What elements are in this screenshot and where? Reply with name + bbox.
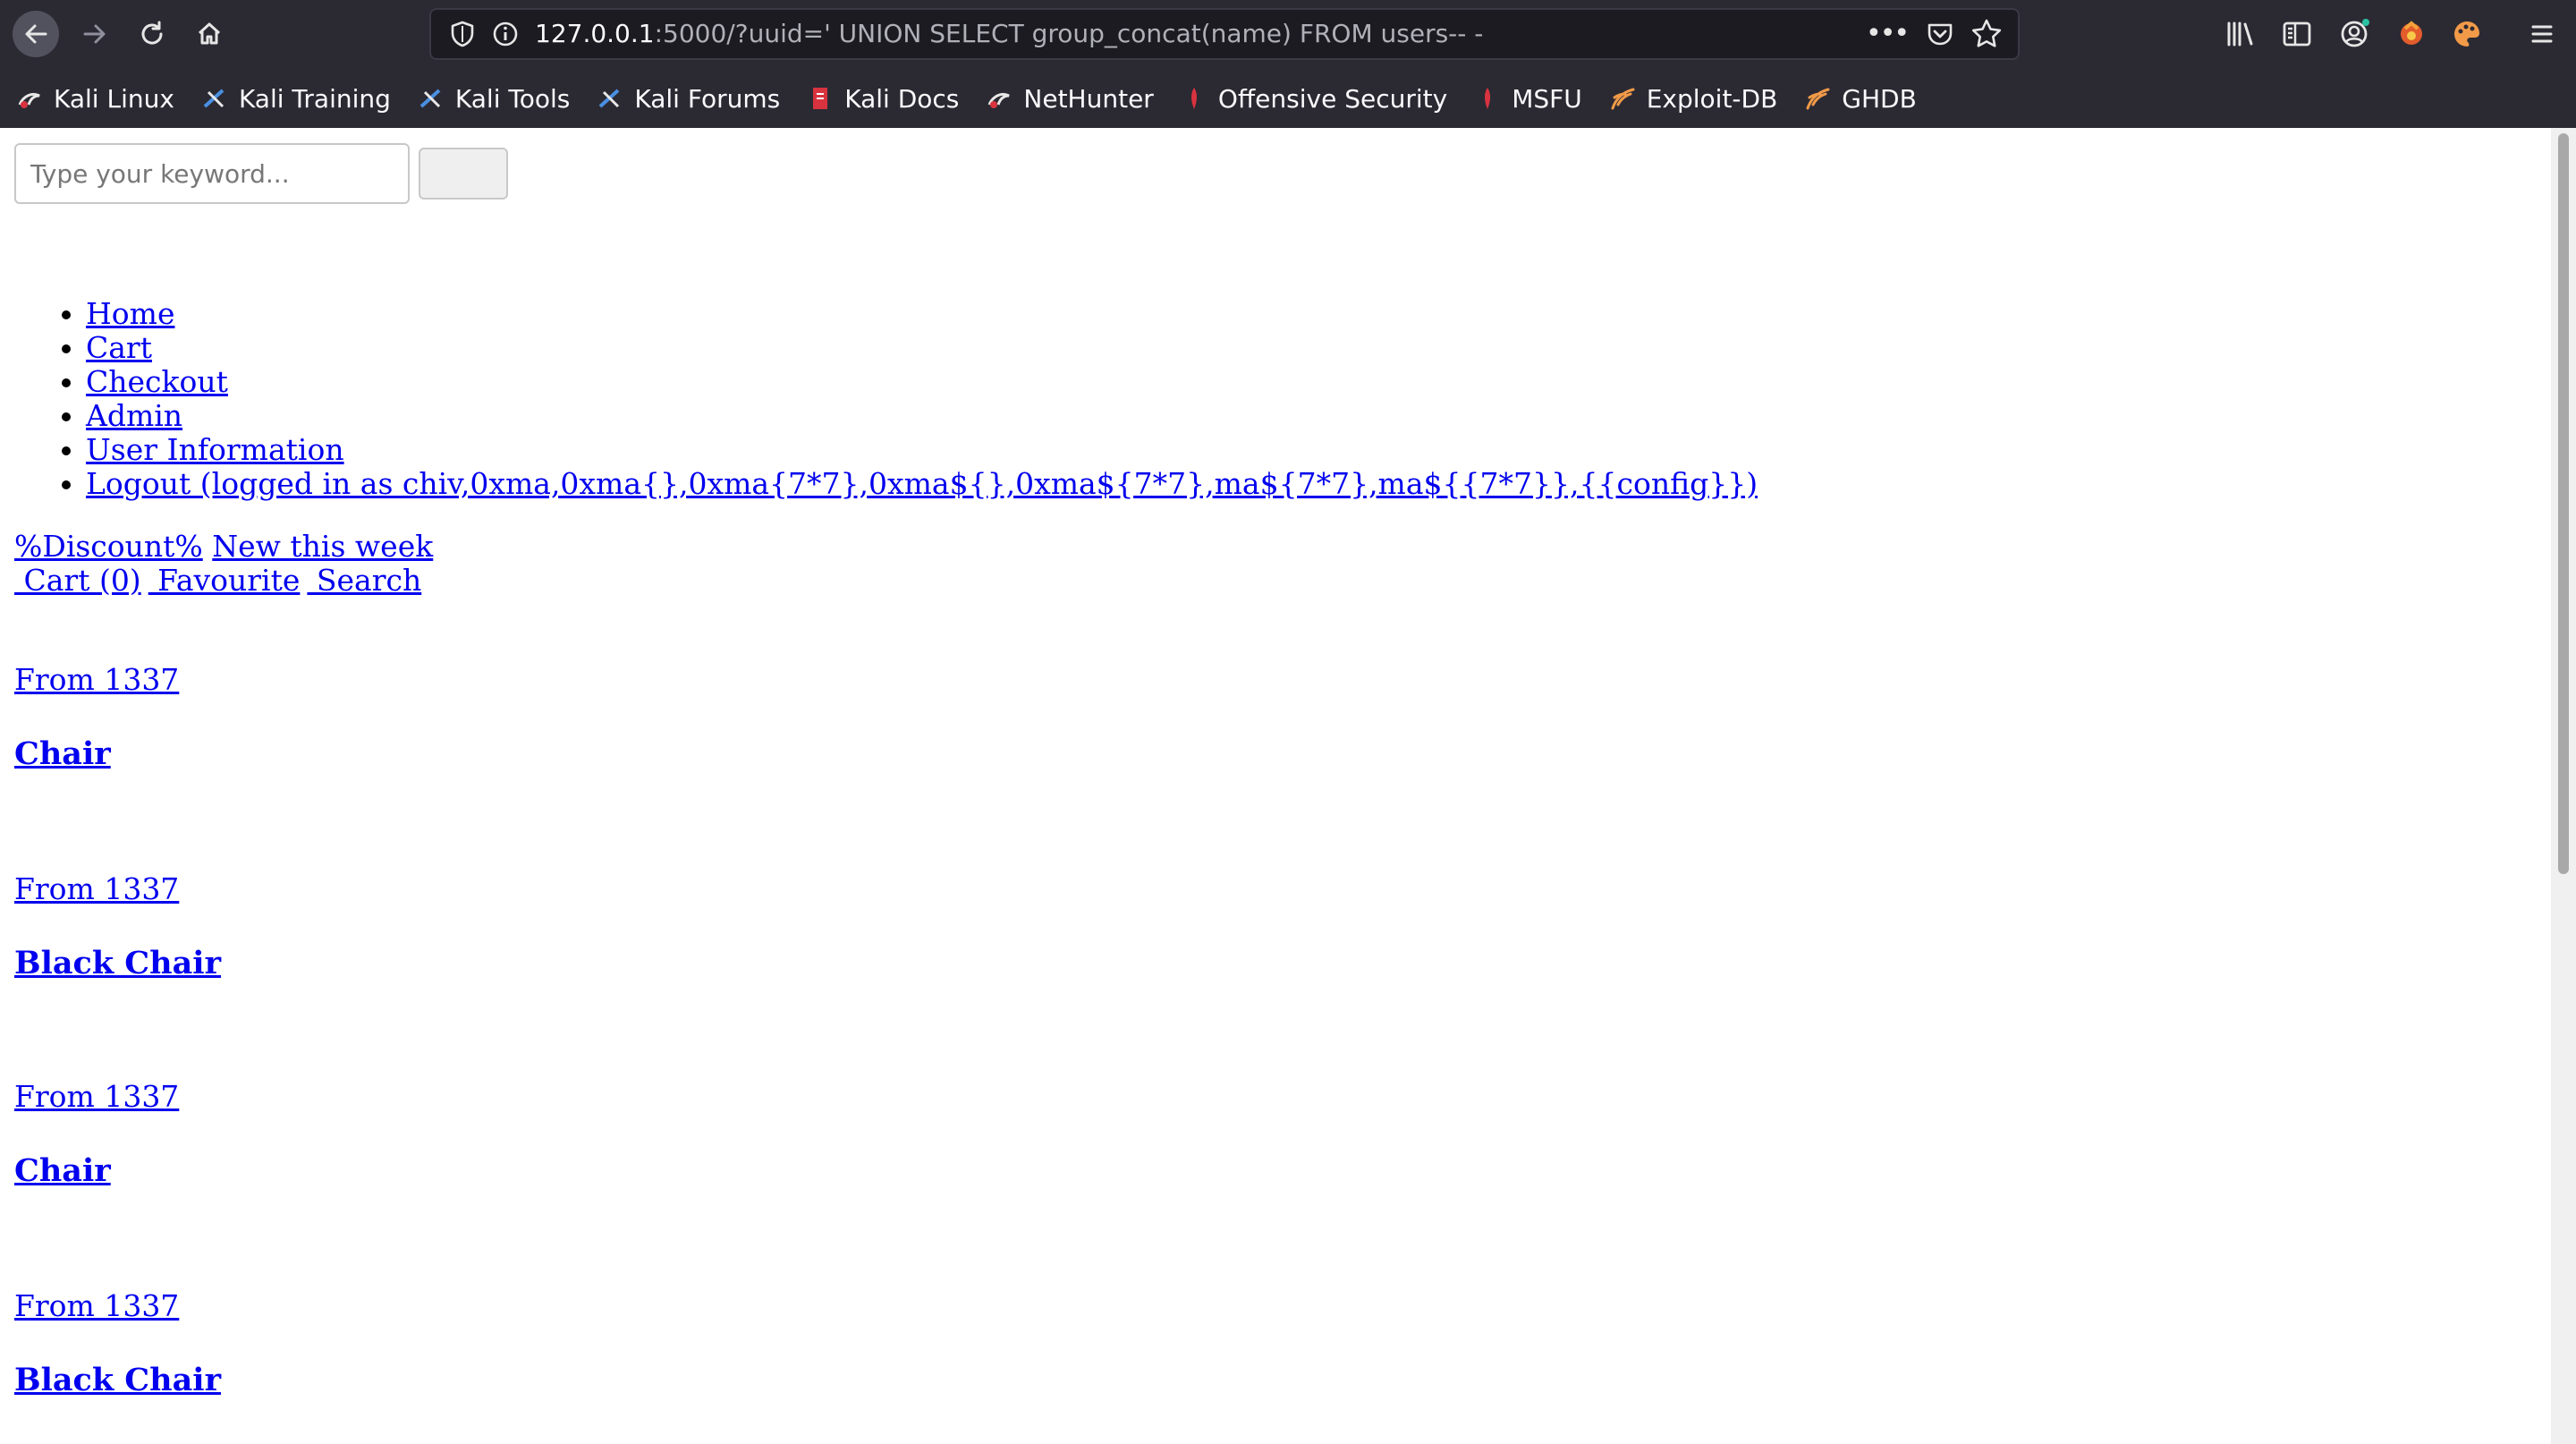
product-price-link[interactable]: From 1337 (14, 663, 1088, 697)
bookmark-star-icon[interactable] (1970, 17, 2004, 51)
kali-tools-icon (418, 85, 445, 112)
bookmark-item[interactable]: NetHunter (970, 72, 1164, 125)
user-action-links: Cart (0) Favourite Search (14, 564, 428, 598)
user-information-link[interactable]: User Information (86, 432, 344, 467)
product-price-link[interactable]: From 1337 (14, 1080, 1088, 1114)
url-bar[interactable]: 127.0.0.1:5000/?uuid=' UNION SELECT grou… (429, 8, 2020, 60)
bookmark-item[interactable]: Exploit-DB (1593, 72, 1789, 125)
offsec-icon (1181, 85, 1208, 112)
cart-count-link[interactable]: Cart (0) (14, 563, 140, 598)
reload-icon (141, 21, 163, 45)
nav-item-user-information: User Information (86, 433, 1758, 467)
page-scrollbar[interactable] (2551, 128, 2576, 1444)
account-icon[interactable] (2336, 16, 2372, 52)
product-card: From 1337 Black Chair (14, 872, 1088, 981)
nav-item-admin: Admin (86, 399, 1758, 433)
nav-item-home: Home (86, 297, 1758, 331)
logout-link[interactable]: Logout (logged in as chiv,0xma,0xma{},0x… (86, 466, 1758, 501)
hamburger-menu-icon[interactable] (2524, 16, 2560, 52)
back-button[interactable] (13, 11, 59, 57)
product-name-link[interactable]: Black Chair (14, 946, 1088, 981)
browser-chrome: 127.0.0.1:5000/?uuid=' UNION SELECT grou… (0, 0, 2576, 128)
page-actions-icon[interactable]: ••• (1866, 17, 1910, 51)
msfu-icon (1474, 85, 1501, 112)
extension-icon[interactable] (2394, 16, 2429, 52)
bookmark-label: Kali Forums (634, 83, 781, 114)
bookmark-item[interactable]: Offensive Security (1165, 72, 1458, 125)
bookmark-label: Kali Linux (54, 83, 174, 114)
url-text[interactable]: 127.0.0.1:5000/?uuid=' UNION SELECT grou… (535, 10, 1483, 58)
home-icon (198, 22, 221, 45)
search-link[interactable]: Search (307, 563, 421, 598)
bookmark-label: GHDB (1842, 83, 1917, 114)
bookmark-label: Exploit-DB (1646, 83, 1778, 114)
bookmark-item[interactable]: GHDB (1788, 72, 1928, 125)
exploit-db-icon (1609, 85, 1636, 112)
product-card: From 1337 Chair (14, 1080, 1088, 1189)
bookmark-item[interactable]: Kali Tools (402, 72, 580, 125)
bookmark-item[interactable]: Kali Linux (0, 72, 185, 125)
scrollbar-thumb[interactable] (2558, 133, 2569, 874)
home-link[interactable]: Home (86, 296, 174, 331)
bookmark-label: Offensive Security (1217, 83, 1448, 114)
favourite-link[interactable]: Favourite (148, 563, 300, 598)
cart-link[interactable]: Cart (86, 330, 152, 365)
pocket-icon[interactable] (1925, 19, 1955, 49)
checkout-link[interactable]: Checkout (86, 364, 228, 399)
forward-button[interactable] (72, 11, 118, 57)
arrow-left-icon (25, 24, 47, 44)
search-button[interactable] (419, 148, 508, 200)
kali-dragon-icon (16, 85, 43, 112)
ghdb-icon (1804, 85, 1831, 112)
product-card: From 1337 Black Chair (14, 1289, 1088, 1398)
nav-menu: Home Cart Checkout Admin User Informatio… (0, 297, 1758, 501)
product-price-link[interactable]: From 1337 (14, 872, 1088, 906)
product-price-link[interactable]: From 1337 (14, 1289, 1088, 1323)
product-name-link[interactable]: Chair (14, 1153, 1088, 1189)
bookmark-item[interactable]: Kali Training (185, 72, 402, 125)
search-input[interactable] (14, 143, 410, 204)
bookmark-item[interactable]: MSFU (1458, 72, 1593, 125)
url-host: 127.0.0.1 (535, 19, 655, 48)
bookmark-item[interactable]: Kali Forums (580, 72, 791, 125)
bookmark-label: Kali Tools (454, 83, 571, 114)
bookmark-label: MSFU (1512, 83, 1582, 114)
bookmark-label: Kali Training (238, 83, 391, 114)
nav-item-logout: Logout (logged in as chiv,0xma,0xma{},0x… (86, 467, 1758, 501)
bookmark-item[interactable]: Kali Docs (791, 72, 970, 125)
home-button[interactable] (186, 11, 233, 57)
product-name-link[interactable]: Black Chair (14, 1363, 1088, 1398)
admin-link[interactable]: Admin (86, 398, 182, 433)
navigation-toolbar: 127.0.0.1:5000/?uuid=' UNION SELECT grou… (0, 0, 2576, 68)
library-icon[interactable] (2222, 16, 2258, 52)
extension-palette-icon[interactable] (2449, 16, 2485, 52)
sidebar-icon[interactable] (2279, 16, 2315, 52)
site-info-icon[interactable] (490, 19, 521, 49)
kali-training-icon (201, 85, 228, 112)
kali-forums-icon (597, 85, 623, 112)
bookmark-label: Kali Docs (844, 83, 960, 114)
new-this-week-link[interactable]: New this week (212, 529, 433, 564)
nav-item-cart: Cart (86, 331, 1758, 365)
reload-button[interactable] (129, 11, 175, 57)
promo-links: %Discount% New this week (14, 530, 433, 564)
nav-item-checkout: Checkout (86, 365, 1758, 399)
url-path: :5000/?uuid=' UNION SELECT group_concat(… (654, 19, 1484, 48)
nethunter-icon (986, 85, 1013, 112)
bookmarks-toolbar: Kali Linux Kali Training Kali Tools Kali Fo… (0, 72, 2576, 125)
arrow-right-icon (83, 24, 106, 44)
tracking-shield-icon[interactable] (447, 19, 478, 49)
product-name-link[interactable]: Chair (14, 736, 1088, 772)
product-card: From 1337 Chair (14, 663, 1088, 772)
bookmark-label: NetHunter (1023, 83, 1154, 114)
kali-docs-icon (807, 85, 834, 112)
discount-link[interactable]: %Discount% (14, 529, 203, 564)
web-page: Home Cart Checkout Admin User Informatio… (0, 128, 2551, 1444)
